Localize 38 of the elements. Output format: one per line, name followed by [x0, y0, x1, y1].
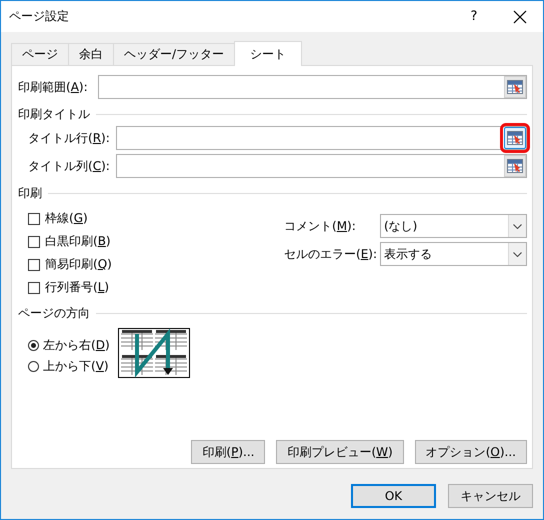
field-label: 印刷範囲(A): [18, 78, 89, 96]
page-order-drawing [118, 328, 190, 378]
checkbox[interactable] [28, 282, 40, 294]
checkbox-label: 枠線(G) [45, 210, 88, 227]
dialog-button[interactable]: 印刷プレビュー(W) [276, 440, 404, 464]
dialog-button[interactable]: OK [351, 484, 436, 508]
checkbox-label: 白黒印刷(B) [45, 233, 111, 250]
dialog-button[interactable]: キャンセル [448, 484, 533, 508]
close-icon[interactable] [513, 10, 527, 24]
checkbox-label: 簡易印刷(Q) [45, 256, 112, 273]
dropdown-label: コメント(M): [284, 218, 357, 234]
group-heading: 印刷タイトル [18, 106, 90, 122]
checkbox[interactable] [28, 212, 40, 224]
input-field[interactable] [116, 154, 527, 178]
group-heading: 印刷 [18, 184, 42, 202]
checkbox-label: 行列番号(L) [45, 279, 110, 296]
chevron-down-icon [513, 252, 522, 256]
radio-button[interactable] [28, 361, 39, 372]
dropdown[interactable]: 表示する [380, 242, 527, 266]
tab[interactable]: シート [234, 41, 302, 66]
dialog-button[interactable]: 印刷(P)... [191, 440, 266, 464]
window-title: ページ設定 [9, 8, 70, 25]
radio-label: 左から右(D) [43, 337, 110, 354]
help-button[interactable]: ? [451, 9, 497, 24]
input-field[interactable] [116, 126, 527, 150]
input-field[interactable] [98, 75, 527, 99]
dropdown-label: セルのエラー(E): [284, 246, 376, 262]
field-label: タイトル行(R): [28, 130, 111, 146]
checkbox[interactable] [28, 258, 40, 270]
field-label: タイトル列(C): [28, 158, 111, 174]
radio-button[interactable] [28, 340, 39, 351]
chevron-down-icon [513, 224, 522, 228]
dialog-button[interactable]: オプション(O)... [414, 440, 527, 464]
tab[interactable]: ページ [11, 43, 69, 65]
dropdown[interactable]: (なし) [380, 214, 527, 238]
radio-label: 上から下(V) [43, 358, 109, 375]
group-heading: ページの方向 [18, 304, 90, 322]
checkbox[interactable] [28, 236, 40, 248]
